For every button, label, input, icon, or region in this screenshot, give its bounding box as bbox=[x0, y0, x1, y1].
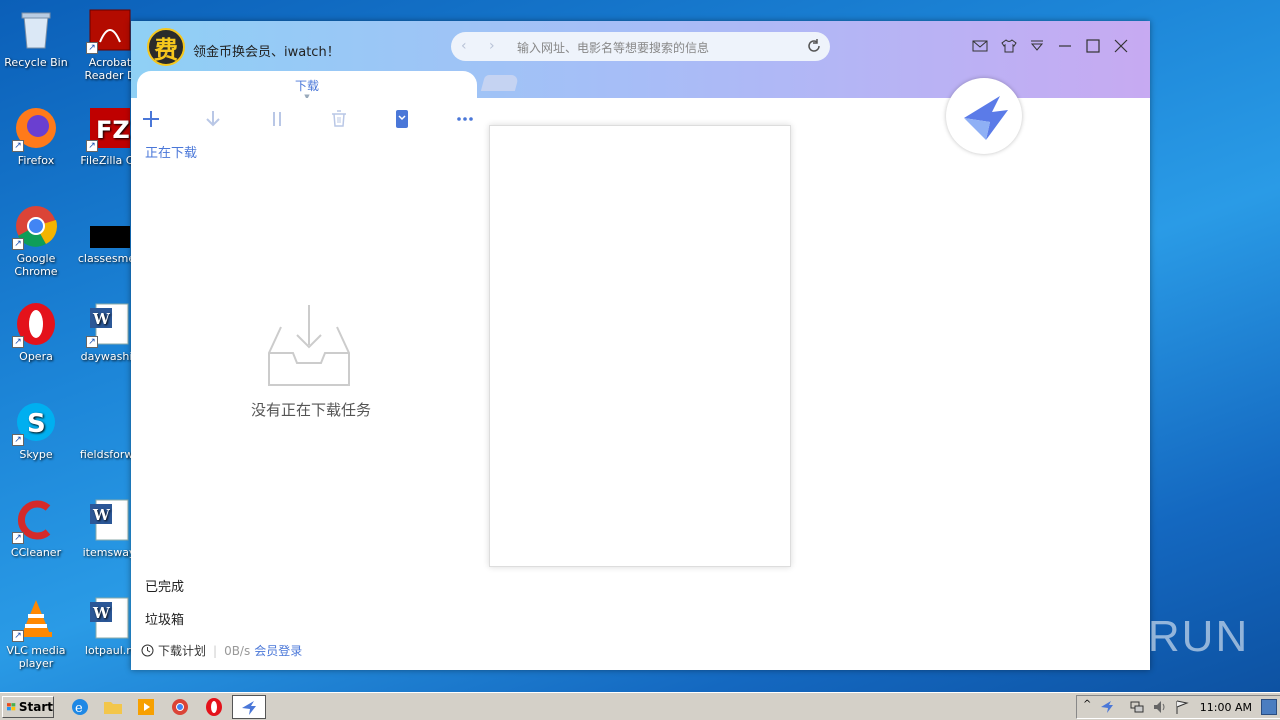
tab-new[interactable] bbox=[480, 75, 520, 91]
word-doc-icon: W ↗ bbox=[86, 302, 132, 348]
refresh-icon[interactable] bbox=[806, 38, 822, 54]
firefox-icon: ↗ bbox=[12, 106, 58, 152]
phone-transfer-icon[interactable] bbox=[391, 108, 413, 130]
anyrun-watermark: ANY RUN bbox=[1038, 612, 1250, 661]
hummingbird-tray-icon[interactable] bbox=[1099, 699, 1115, 715]
sidebar-item-completed[interactable]: 已完成 bbox=[145, 576, 184, 595]
start-download-icon[interactable] bbox=[202, 108, 224, 130]
desktop-icon-recycle-bin[interactable]: Recycle Bin bbox=[0, 8, 72, 69]
desktop-icon-firefox[interactable]: ↗ Firefox bbox=[0, 106, 72, 167]
minimize-icon[interactable] bbox=[1057, 38, 1073, 54]
member-login-link[interactable]: 会员登录 bbox=[254, 642, 302, 659]
shortcut-arrow-icon: ↗ bbox=[12, 336, 24, 348]
shortcut-arrow-icon: ↗ bbox=[12, 630, 24, 642]
desktop-icon-label: Skype bbox=[19, 448, 53, 461]
explorer-folder-icon[interactable] bbox=[103, 697, 123, 717]
shortcut-arrow-icon: ↗ bbox=[12, 140, 24, 152]
desktop-icon-vlc[interactable]: ↗ VLC media player bbox=[0, 596, 72, 670]
system-tray: ^ 11:00 AM bbox=[1076, 695, 1280, 719]
hummingbird-mascot-icon[interactable] bbox=[946, 78, 1022, 154]
recycle-bin-icon bbox=[14, 8, 58, 52]
download-plan-link[interactable]: 下载计划 bbox=[158, 642, 206, 659]
desktop-icon-label: Opera bbox=[19, 350, 53, 363]
promo-link[interactable]: 领金币换会员、iwatch！ bbox=[193, 41, 340, 60]
desktop-icon-label: Firefox bbox=[17, 154, 55, 167]
show-hidden-icons-icon[interactable]: ^ bbox=[1083, 699, 1091, 710]
shortcut-arrow-icon: ↗ bbox=[12, 238, 24, 250]
back-icon[interactable]: ‹ bbox=[461, 38, 467, 54]
chrome-icon: ↗ bbox=[12, 204, 58, 250]
more-icon[interactable] bbox=[454, 108, 476, 130]
status-footer: 下载计划 | 0B/s 会员登录 bbox=[141, 642, 302, 659]
start-button[interactable]: Start bbox=[2, 696, 54, 718]
media-player-icon[interactable] bbox=[136, 697, 156, 717]
ie-icon[interactable]: e bbox=[70, 697, 90, 717]
file-icon bbox=[88, 204, 132, 248]
forward-icon[interactable]: › bbox=[489, 38, 495, 54]
desktop-icon-label: CCleaner bbox=[10, 546, 62, 559]
skype-icon: S ↗ bbox=[12, 400, 58, 446]
shortcut-arrow-icon: ↗ bbox=[86, 140, 98, 152]
opera-taskbar-icon[interactable] bbox=[204, 697, 224, 717]
start-label: Start bbox=[18, 700, 53, 714]
show-desktop-button[interactable] bbox=[1261, 699, 1277, 715]
desktop-icon-label: VLC media player bbox=[6, 644, 66, 670]
taskbar-app-download-manager[interactable] bbox=[232, 695, 266, 719]
word-doc-icon: W bbox=[88, 596, 132, 640]
svg-text:S: S bbox=[27, 409, 46, 439]
shortcut-arrow-icon: ↗ bbox=[86, 42, 98, 54]
vlc-icon: ↗ bbox=[12, 596, 58, 642]
menu-dropdown-icon[interactable] bbox=[1029, 38, 1045, 54]
acrobat-icon: ↗ bbox=[86, 8, 132, 54]
clock-icon bbox=[141, 644, 154, 657]
maximize-icon[interactable] bbox=[1085, 38, 1101, 54]
empty-state-message: 没有正在下载任务 bbox=[250, 401, 371, 419]
svg-text:e: e bbox=[75, 701, 83, 716]
hummingbird-icon bbox=[242, 701, 256, 715]
divider: | bbox=[213, 643, 218, 658]
opera-icon: ↗ bbox=[12, 302, 58, 348]
skin-shirt-icon[interactable] bbox=[1001, 38, 1017, 54]
desktop-icon-ccleaner[interactable]: ↗ CCleaner bbox=[0, 498, 72, 559]
vip-badge[interactable]: 费 bbox=[147, 28, 185, 66]
shortcut-arrow-icon: ↗ bbox=[12, 434, 24, 446]
tab-label: 下载 bbox=[294, 79, 319, 93]
desktop-icon-label: Recycle Bin bbox=[4, 56, 68, 69]
svg-text:W: W bbox=[92, 604, 111, 622]
pause-icon[interactable] bbox=[266, 108, 288, 130]
mail-icon[interactable] bbox=[972, 38, 988, 54]
chrome-taskbar-icon[interactable] bbox=[170, 697, 190, 717]
empty-inbox-icon bbox=[268, 305, 350, 386]
clock[interactable]: 11:00 AM bbox=[1200, 701, 1252, 714]
shortcut-arrow-icon: ↗ bbox=[86, 336, 98, 348]
network-icon[interactable] bbox=[1129, 699, 1145, 715]
desktop-icon-skype[interactable]: S ↗ Skype bbox=[0, 400, 72, 461]
volume-icon[interactable] bbox=[1152, 699, 1168, 715]
preview-panel bbox=[489, 125, 791, 567]
close-icon[interactable] bbox=[1113, 38, 1129, 54]
word-doc-icon: W bbox=[88, 498, 132, 542]
shortcut-arrow-icon: ↗ bbox=[12, 532, 24, 544]
taskbar: Start e ^ 11:00 AM bbox=[0, 692, 1280, 720]
url-input[interactable]: 输入网址、电影名等想要搜索的信息 bbox=[517, 39, 709, 56]
url-bar[interactable]: ‹ › 输入网址、电影名等想要搜索的信息 bbox=[451, 32, 830, 61]
tab-downloads[interactable]: 下载 ▼ bbox=[137, 71, 477, 101]
desktop-icon-chrome[interactable]: ↗ Google Chrome bbox=[0, 204, 72, 278]
sidebar-item-downloading[interactable]: 正在下载 bbox=[145, 142, 197, 161]
file-icon bbox=[88, 400, 132, 444]
delete-icon[interactable] bbox=[328, 108, 350, 130]
action-center-flag-icon[interactable] bbox=[1174, 699, 1190, 715]
sidebar-item-trash[interactable]: 垃圾箱 bbox=[145, 609, 184, 628]
svg-text:W: W bbox=[92, 506, 111, 524]
svg-text:FZ: FZ bbox=[96, 116, 130, 144]
main-content: 正在下载 没有正在下载任务 已完成 垃圾箱 下载计划 | 0B/s 会员登录 bbox=[131, 98, 1150, 670]
add-task-icon[interactable] bbox=[140, 108, 162, 130]
windows-logo-icon bbox=[7, 703, 16, 711]
desktop-icon-opera[interactable]: ↗ Opera bbox=[0, 302, 72, 363]
download-speed: 0B/s bbox=[224, 643, 251, 658]
filezilla-icon: FZ ↗ bbox=[86, 106, 132, 152]
svg-text:W: W bbox=[92, 310, 111, 328]
desktop-icon-label: Google Chrome bbox=[14, 252, 58, 278]
ccleaner-icon: ↗ bbox=[12, 498, 58, 544]
